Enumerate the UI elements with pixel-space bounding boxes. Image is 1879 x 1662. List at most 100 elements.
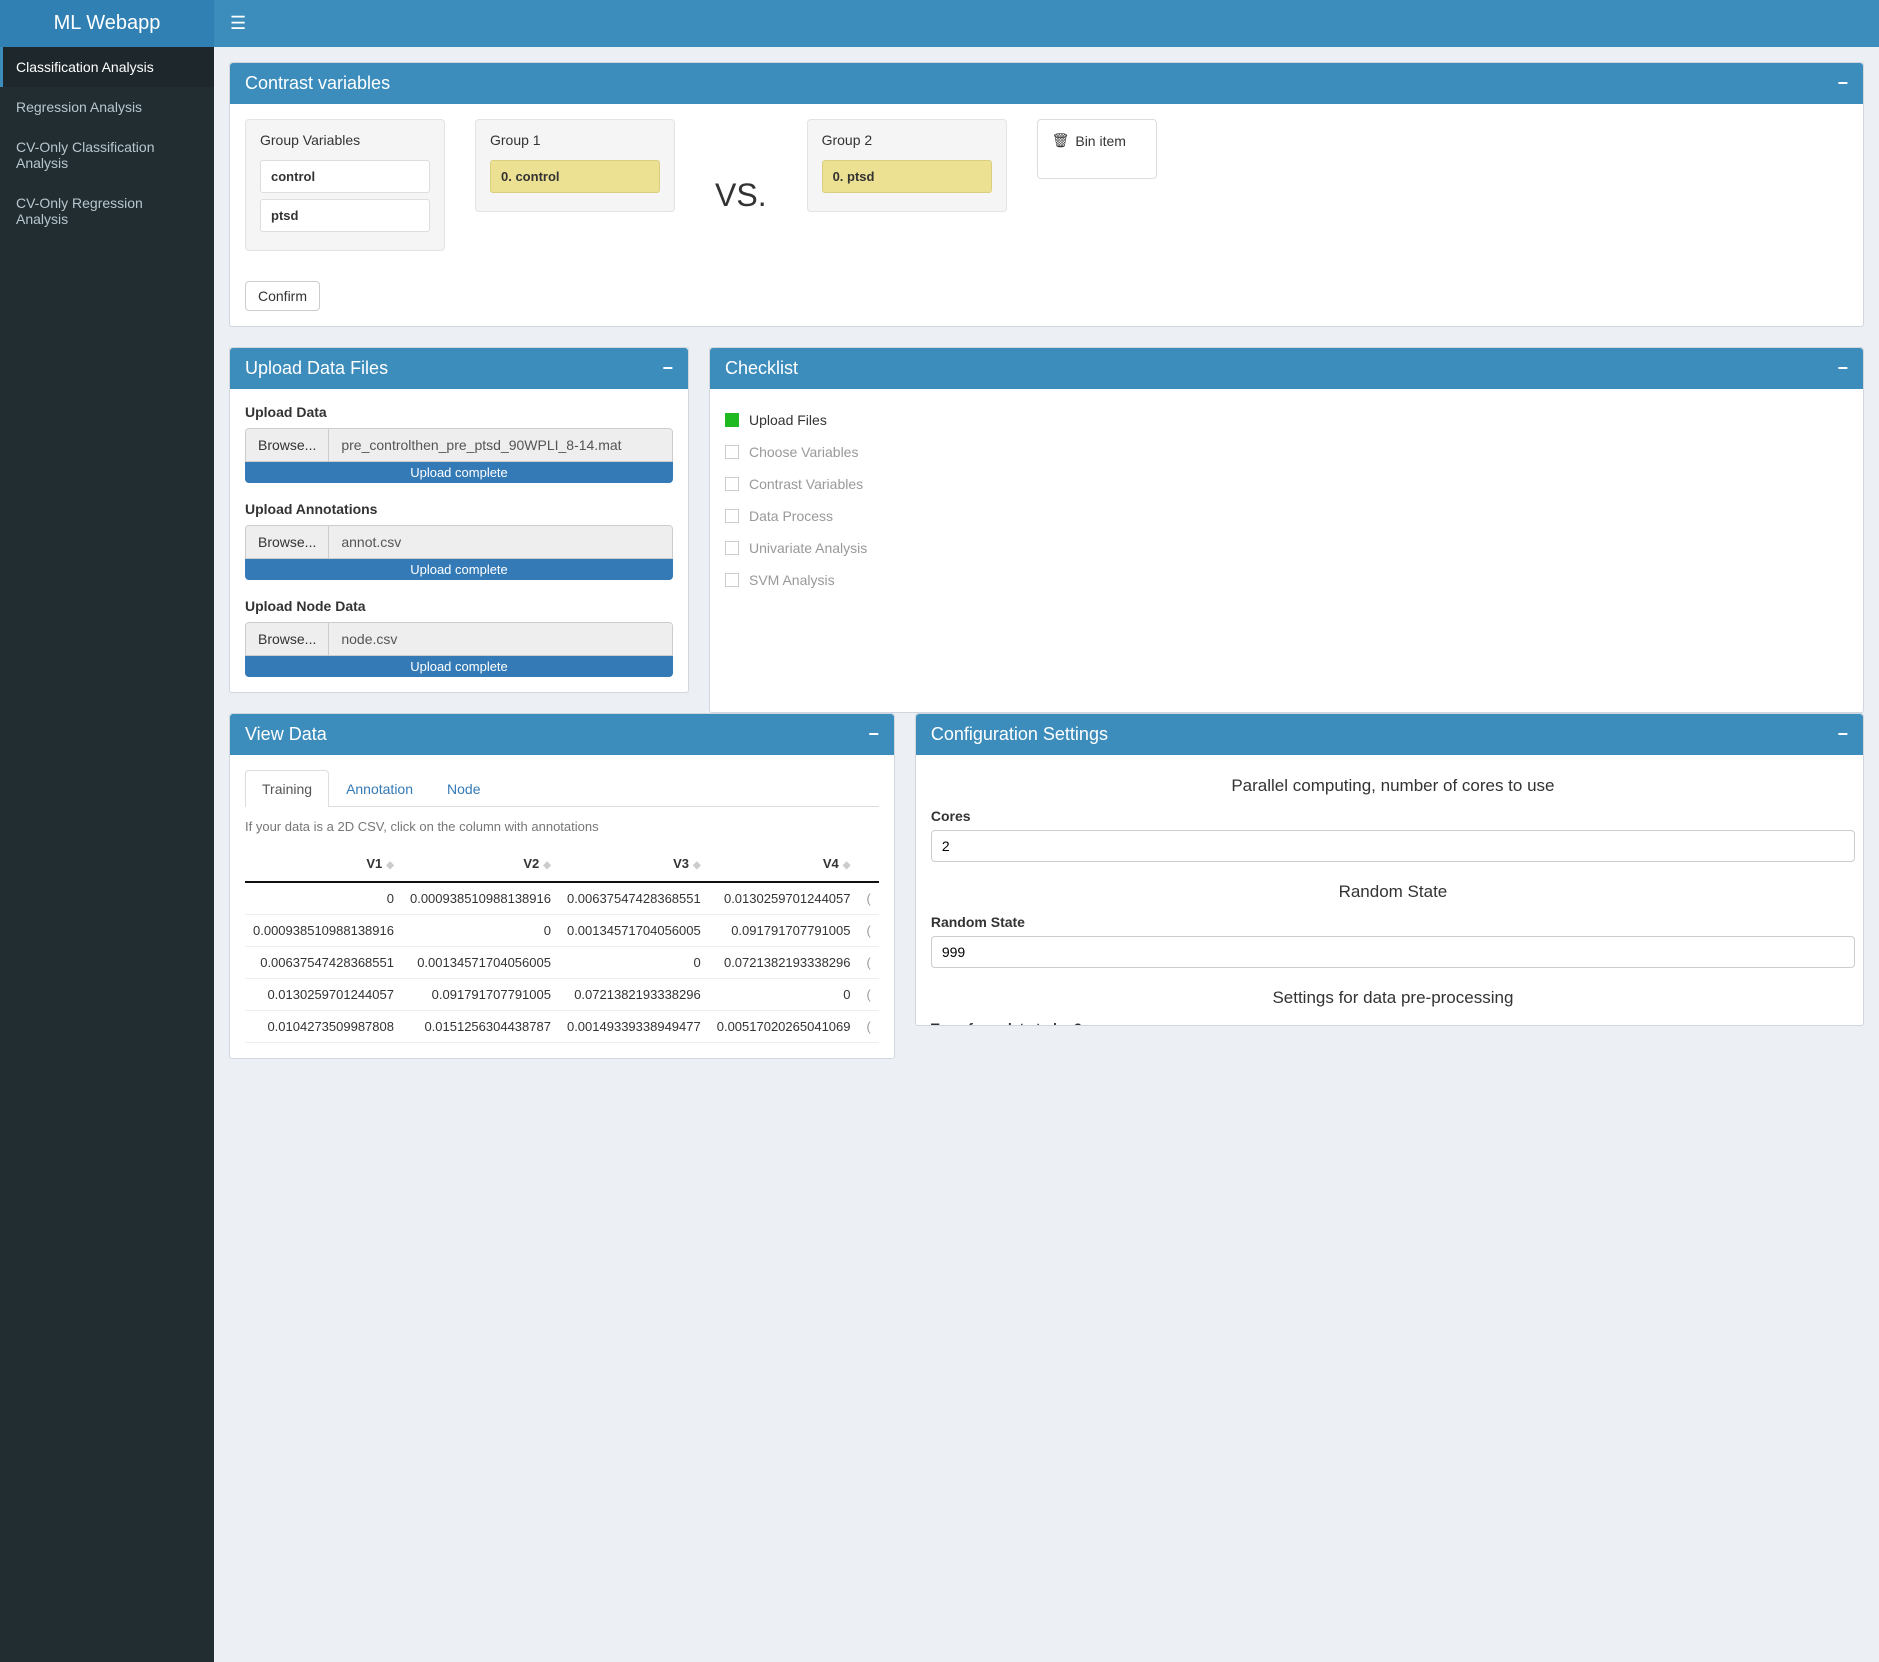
confirm-button[interactable]: Confirm xyxy=(245,281,320,311)
column-header[interactable]: V3◆ xyxy=(559,846,709,882)
browse-label: Browse... xyxy=(258,534,316,550)
checkbox-icon xyxy=(725,445,739,459)
chip-label: 0. control xyxy=(501,169,560,184)
content-area: Contrast variables − Group Variables con… xyxy=(214,47,1879,1662)
tab-annotation[interactable]: Annotation xyxy=(329,770,430,807)
sort-icon: ◆ xyxy=(386,860,394,871)
checklist-item: SVM Analysis xyxy=(725,564,1848,596)
checklist-panel: Checklist − Upload FilesChoose Variables… xyxy=(709,347,1864,713)
browse-button[interactable]: Browse... xyxy=(246,429,329,461)
sidebar-item-cv-classification[interactable]: CV-Only Classification Analysis xyxy=(0,127,214,183)
checkbox-icon xyxy=(725,541,739,555)
collapse-button[interactable]: − xyxy=(1837,358,1848,379)
checklist-item-label: SVM Analysis xyxy=(749,572,835,588)
chip-label: 0. ptsd xyxy=(833,169,875,184)
random-section-title: Random State xyxy=(931,882,1855,902)
sidebar-item-label: CV-Only Classification Analysis xyxy=(16,139,155,171)
config-panel-title: Configuration Settings xyxy=(931,724,1108,745)
group-variable-chip[interactable]: control xyxy=(260,160,430,193)
cores-input[interactable] xyxy=(931,830,1855,862)
random-input[interactable] xyxy=(931,936,1855,968)
table-row[interactable]: 00.0009385109881389160.00637547428368551… xyxy=(245,882,879,915)
bin-label: Bin item xyxy=(1075,133,1126,149)
viewdata-config-row: View Data − Training Annotation xyxy=(229,713,1864,1079)
group1-chip[interactable]: 0. control xyxy=(490,160,660,193)
browse-label: Browse... xyxy=(258,437,316,453)
sidebar-item-cv-regression[interactable]: CV-Only Regression Analysis xyxy=(0,183,214,239)
app-title: ML Webapp xyxy=(54,12,161,35)
checklist-item: Choose Variables xyxy=(725,436,1848,468)
table-cell: 0.091791707791005 xyxy=(709,915,859,947)
sort-icon: ◆ xyxy=(843,860,851,871)
table-cell: 0.091791707791005 xyxy=(402,979,559,1011)
contrast-panel: Contrast variables − Group Variables con… xyxy=(229,62,1864,327)
viewdata-panel-header: View Data − xyxy=(230,714,894,755)
config-panel-header: Configuration Settings − xyxy=(916,714,1863,755)
checkbox-icon xyxy=(725,573,739,587)
column-header[interactable]: V4◆ xyxy=(709,846,859,882)
group-variables-label: Group Variables xyxy=(260,132,430,148)
collapse-button[interactable]: − xyxy=(868,724,879,745)
config-panel-body[interactable]: Parallel computing, number of cores to u… xyxy=(916,755,1863,1025)
collapse-button[interactable]: − xyxy=(1837,73,1848,94)
upload-data-progress: Upload complete xyxy=(245,462,673,483)
vs-label: VS. xyxy=(705,157,777,214)
contrast-panel-body: Group Variables control ptsd Group 1 0. … xyxy=(230,104,1863,326)
upload-annot-progress: Upload complete xyxy=(245,559,673,580)
tab-label: Annotation xyxy=(346,781,413,797)
config-panel: Configuration Settings − Parallel comput… xyxy=(915,713,1864,1026)
sidebar-item-classification[interactable]: Classification Analysis xyxy=(0,47,214,87)
table-cell-overflow: ( xyxy=(859,882,879,915)
browse-button[interactable]: Browse... xyxy=(246,526,329,558)
group-variable-chip[interactable]: ptsd xyxy=(260,199,430,232)
minus-icon: − xyxy=(662,358,673,378)
parallel-section-title: Parallel computing, number of cores to u… xyxy=(931,776,1855,796)
progress-label: Upload complete xyxy=(410,465,508,480)
checkbox-icon xyxy=(725,509,739,523)
bin-well[interactable]: 🗑 Bin item xyxy=(1037,119,1157,179)
collapse-button[interactable]: − xyxy=(662,358,673,379)
checklist-item: Data Process xyxy=(725,500,1848,532)
table-row[interactable]: 0.00093851098813891600.00134571704056005… xyxy=(245,915,879,947)
viewdata-panel-title: View Data xyxy=(245,724,327,745)
group2-chip[interactable]: 0. ptsd xyxy=(822,160,992,193)
data-table: V1◆V2◆V3◆V4◆ 00.0009385109881389160.0063… xyxy=(245,846,879,1043)
hamburger-icon: ☰ xyxy=(230,13,246,33)
viewdata-hint: If your data is a 2D CSV, click on the c… xyxy=(245,819,879,834)
column-header-overflow xyxy=(859,846,879,882)
minus-icon: − xyxy=(868,724,879,744)
upload-annot-label: Upload Annotations xyxy=(245,501,673,517)
viewdata-panel: View Data − Training Annotation xyxy=(229,713,895,1059)
sidebar-item-regression[interactable]: Regression Analysis xyxy=(0,87,214,127)
contrast-row: Group Variables control ptsd Group 1 0. … xyxy=(245,119,1848,251)
browse-button[interactable]: Browse... xyxy=(246,623,329,655)
group2-well[interactable]: Group 2 0. ptsd xyxy=(807,119,1007,212)
table-row[interactable]: 0.01042735099878080.01512563044387870.00… xyxy=(245,1011,879,1043)
upload-checklist-row: Upload Data Files − Upload Data Browse..… xyxy=(229,347,1864,713)
group-variables-well: Group Variables control ptsd xyxy=(245,119,445,251)
tab-node[interactable]: Node xyxy=(430,770,497,807)
column-header[interactable]: V2◆ xyxy=(402,846,559,882)
table-cell: 0.0130259701244057 xyxy=(709,882,859,915)
upload-panel: Upload Data Files − Upload Data Browse..… xyxy=(229,347,689,693)
sidebar-toggle-button[interactable]: ☰ xyxy=(214,13,262,34)
column-header[interactable]: V1◆ xyxy=(245,846,402,882)
checklist-item-label: Contrast Variables xyxy=(749,476,863,492)
table-row[interactable]: 0.006375474283685510.0013457170405600500… xyxy=(245,947,879,979)
trash-icon: 🗑 xyxy=(1052,132,1070,149)
checklist-panel-title: Checklist xyxy=(725,358,798,379)
checklist-item: Contrast Variables xyxy=(725,468,1848,500)
sidebar-item-label: Regression Analysis xyxy=(16,99,142,115)
contrast-panel-title: Contrast variables xyxy=(245,73,390,94)
tab-training[interactable]: Training xyxy=(245,770,329,807)
checklist-panel-body: Upload FilesChoose VariablesContrast Var… xyxy=(710,389,1863,611)
table-row[interactable]: 0.01302597012440570.0917917077910050.072… xyxy=(245,979,879,1011)
checklist-item: Univariate Analysis xyxy=(725,532,1848,564)
upload-panel-body: Upload Data Browse... pre_controlthen_pr… xyxy=(230,389,688,692)
table-cell: 0.00637547428368551 xyxy=(245,947,402,979)
group1-well[interactable]: Group 1 0. control xyxy=(475,119,675,212)
sort-icon: ◆ xyxy=(693,860,701,871)
collapse-button[interactable]: − xyxy=(1837,724,1848,745)
upload-node-label: Upload Node Data xyxy=(245,598,673,614)
checklist-item-label: Data Process xyxy=(749,508,833,524)
